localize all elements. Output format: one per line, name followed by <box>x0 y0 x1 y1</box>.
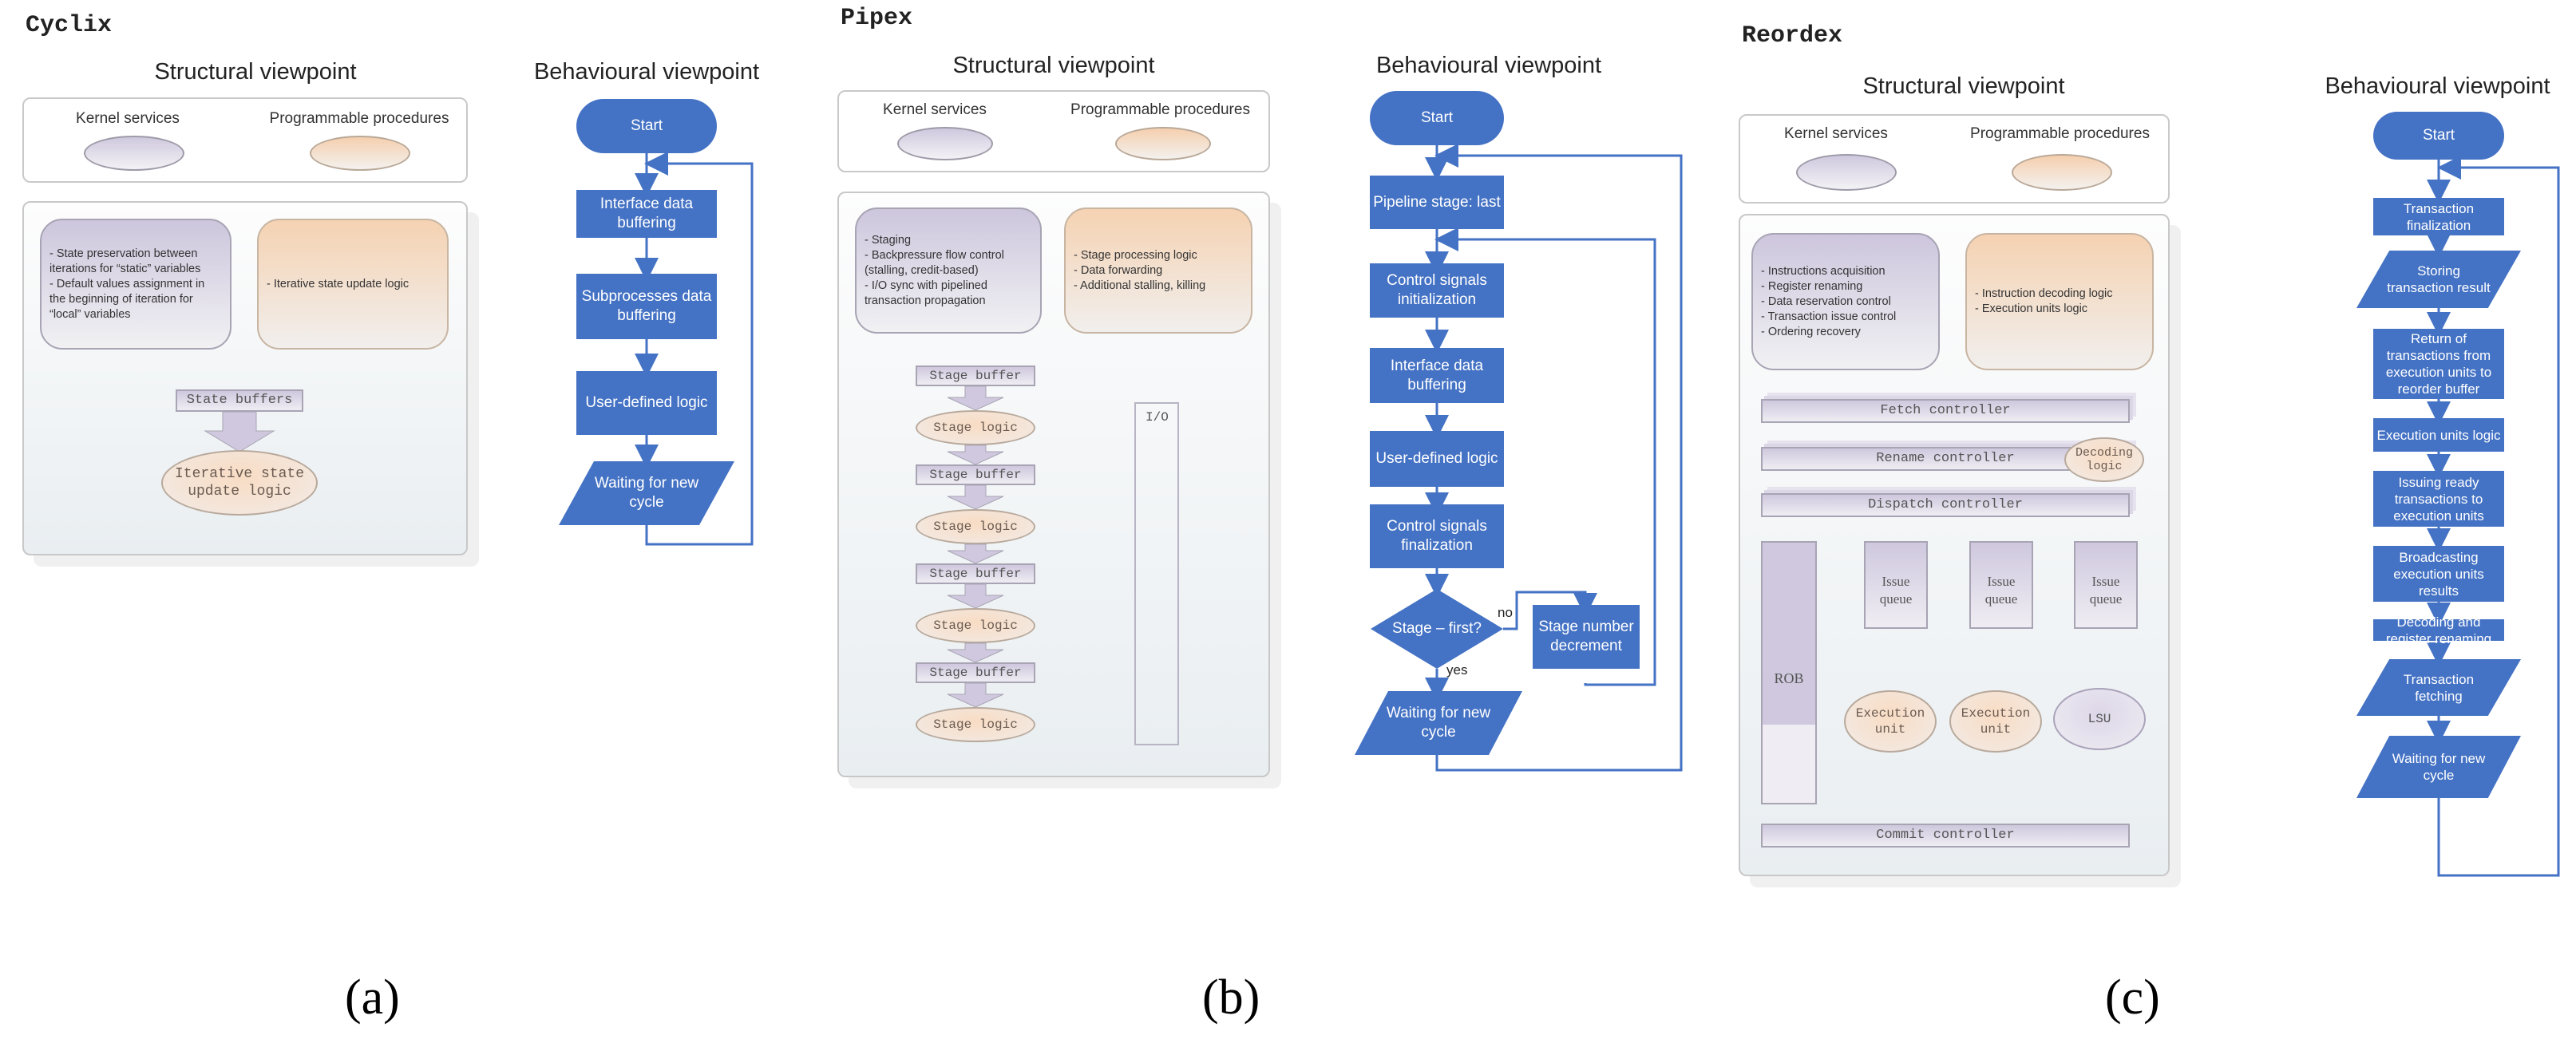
reorder-buffer: ROB <box>1761 541 1817 804</box>
issue-queue: Issue queue <box>1864 541 1928 629</box>
programmable-legend-swatch <box>310 136 410 171</box>
legend-programmable-label: Programmable procedures <box>1970 125 2150 142</box>
kernel-legend-swatch <box>1796 154 1897 191</box>
caption-a: (a) <box>345 970 400 1025</box>
execution-unit-cloud: Execution unit <box>1844 690 1937 753</box>
fetch-controller: Fetch controller <box>1761 399 2130 423</box>
cyclix-legend: Kernel services Programmable procedures <box>22 97 468 183</box>
pipex-title: Pipex <box>841 5 913 32</box>
kernel-legend-swatch <box>897 127 993 160</box>
reordex-step: Broadcasting execution units results <box>2373 546 2504 602</box>
reordex-title: Reordex <box>1742 22 1843 49</box>
reordex-start: Start <box>2373 112 2504 160</box>
reordex-kernel-card: - Instructions acquisition - Register re… <box>1751 233 1940 370</box>
legend-kernel-label: Kernel services <box>883 101 987 118</box>
pipex-legend: Kernel services Programmable procedures <box>837 90 1270 172</box>
pipex-behavioural-title: Behavioural viewpoint <box>1375 53 1602 78</box>
reordex-structural-title: Structural viewpoint <box>1862 73 2065 99</box>
programmable-item: - Execution units logic <box>1975 302 2088 315</box>
legend-kernel-label: Kernel services <box>1784 125 1888 142</box>
programmable-legend-swatch <box>1115 127 1211 160</box>
pipex-step: Control signals finalization <box>1370 504 1504 568</box>
caption-c: (c) <box>2105 970 2160 1025</box>
legend-kernel-label: Kernel services <box>76 110 180 127</box>
pipex-step: Interface data buffering <box>1370 348 1504 403</box>
pipex-step: User-defined logic <box>1370 431 1504 487</box>
cyclix-step: Interface data buffering <box>576 190 717 238</box>
reordex-programmable-card: - Instruction decoding logic - Execution… <box>1965 233 2154 370</box>
kernel-item: - Instructions acquisition <box>1761 264 1886 278</box>
reordex-step: Transaction finalization <box>2373 198 2504 235</box>
legend-programmable-label: Programmable procedures <box>1070 101 1250 118</box>
reordex-behavioural-title: Behavioural viewpoint <box>2325 73 2550 99</box>
pipex-step: Pipeline stage: last <box>1370 176 1504 229</box>
reordex-structure-panel: - Instructions acquisition - Register re… <box>1739 214 2170 876</box>
reordex-step: Return of transactions from execution un… <box>2373 329 2504 399</box>
cyclix-structure-panel: - State preservation between iterations … <box>22 201 468 555</box>
kernel-item: - Register renaming <box>1761 279 1863 293</box>
stage-logic-cloud: Stage logic <box>916 707 1035 742</box>
cyclix-start: Start <box>576 99 717 153</box>
caption-b: (b) <box>1202 970 1260 1025</box>
dispatch-controller: Dispatch controller <box>1761 493 2130 517</box>
kernel-item: - Data reservation control <box>1761 294 1891 308</box>
programmable-legend-swatch <box>2012 154 2112 191</box>
cyclix-title: Cyclix <box>26 12 113 39</box>
kernel-item: - Ordering recovery <box>1761 325 1861 338</box>
pipex-structural-title: Structural viewpoint <box>952 53 1155 78</box>
issue-queue: Issue queue <box>2074 541 2138 629</box>
reordex-step: Decoding and register renaming <box>2373 614 2504 646</box>
cyclix-structural-title: Structural viewpoint <box>154 59 357 85</box>
reordex-legend: Kernel services Programmable procedures <box>1739 114 2170 204</box>
stage-arrow-icon <box>947 682 1004 708</box>
kernel-legend-swatch <box>84 136 184 171</box>
programmable-item: - Instruction decoding logic <box>1975 287 2113 300</box>
decision-no-label: no <box>1498 605 1513 620</box>
pipex-structure-panel: - Staging - Backpressure flow control (s… <box>837 192 1270 777</box>
kernel-item: - Transaction issue control <box>1761 310 1897 323</box>
pipex-start: Start <box>1370 91 1504 145</box>
execution-unit-cloud: Execution unit <box>1949 690 2042 753</box>
decision-yes-label: yes <box>1446 662 1468 678</box>
commit-controller: Commit controller <box>1761 824 2130 848</box>
rob-label: ROB <box>1774 670 1804 686</box>
pipex-step: Control signals initialization <box>1370 263 1504 318</box>
cyclix-behavioural-title: Behavioural viewpoint <box>533 59 760 85</box>
reordex-step: Execution units logic <box>2373 418 2504 452</box>
cyclix-step: Subprocesses data buffering <box>576 274 717 339</box>
lsu-cloud: LSU <box>2053 688 2146 750</box>
reordex-step: Issuing ready transactions to execution … <box>2373 471 2504 527</box>
issue-queue: Issue queue <box>1969 541 2033 629</box>
iterative-logic-cloud: Iterative state update logic <box>161 450 318 516</box>
cyclix-step: User-defined logic <box>576 371 717 435</box>
legend-programmable-label: Programmable procedures <box>269 110 449 127</box>
decoding-logic-cloud: Decoding logic <box>2064 437 2144 482</box>
pipex-decrement: Stage number decrement <box>1533 605 1640 669</box>
